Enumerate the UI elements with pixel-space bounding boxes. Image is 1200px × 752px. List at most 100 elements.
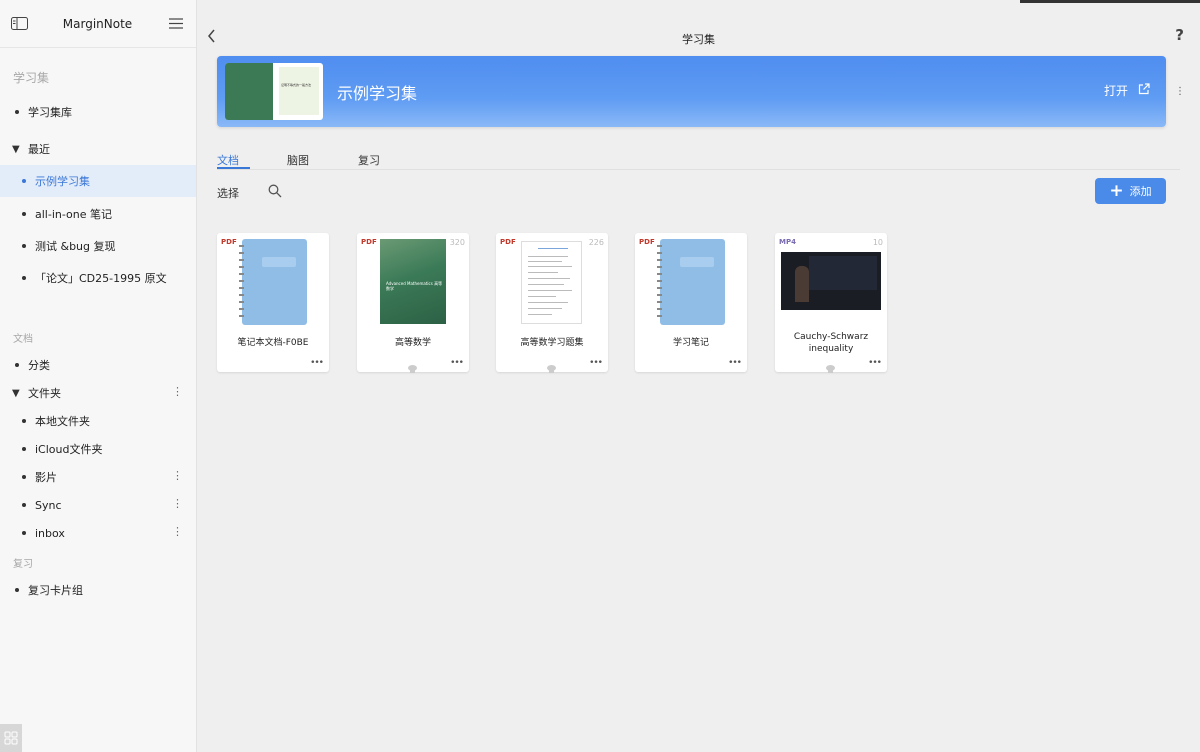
- page-count: 320: [449, 238, 465, 247]
- file-type-badge: PDF: [361, 238, 377, 246]
- sidebar-item-label: 复习卡片组: [28, 584, 83, 597]
- sidebar-item-recent[interactable]: ▼ 最近: [0, 133, 196, 165]
- page-title: 学习集: [682, 33, 715, 46]
- sidebar-item-label: 最近: [28, 143, 50, 156]
- section-study: 学习集: [13, 71, 50, 85]
- sidebar-item-paper[interactable]: 「论文」CD25-1995 原文: [0, 262, 196, 294]
- sidebar-item-sample-set[interactable]: 示例学习集: [0, 165, 196, 197]
- help-icon[interactable]: ?: [1175, 26, 1184, 44]
- more-vertical-icon[interactable]: ⋮: [172, 470, 183, 481]
- document-name: 笔记本文档-F0BE: [237, 338, 309, 348]
- bullet: [22, 447, 26, 451]
- notebook-label: [680, 257, 714, 267]
- app-title: MarginNote: [62, 16, 133, 31]
- sidebar-item-label: 学习集库: [28, 106, 72, 119]
- cloud-icon: [546, 359, 557, 373]
- notebook-rings: [657, 245, 662, 321]
- more-horizontal-icon[interactable]: •••: [450, 358, 464, 368]
- active-tab-indicator: [217, 167, 250, 169]
- sidebar-item-label: 分类: [28, 359, 50, 372]
- bullet: [22, 244, 26, 248]
- tab-bar: 文档 脑图 复习: [217, 150, 1180, 170]
- more-vertical-icon[interactable]: ⋮: [1175, 86, 1185, 97]
- thumb-text: 证明不等式的一般方法: [281, 83, 312, 87]
- page-count: 226: [588, 238, 604, 247]
- more-vertical-icon[interactable]: ⋮: [172, 526, 183, 537]
- tab-documents[interactable]: 文档: [217, 152, 239, 168]
- cover-text: Advanced Mathematics 高等数学: [386, 281, 443, 291]
- video-slide: [809, 256, 877, 290]
- banner-thumbnail: 证明不等式的一般方法: [225, 63, 323, 120]
- more-horizontal-icon[interactable]: •••: [310, 358, 324, 368]
- document-card[interactable]: MP4 10 Cauchy-Schwarz inequality •••: [775, 233, 887, 373]
- top-bar: 学习集 ?: [197, 0, 1200, 48]
- file-type-badge: MP4: [779, 238, 796, 246]
- tab-mindmap[interactable]: 脑图: [287, 152, 309, 168]
- open-label: 打开: [1103, 84, 1128, 98]
- video-speaker: [795, 266, 809, 302]
- document-card[interactable]: PDF 学习笔记 •••: [635, 233, 747, 372]
- triangle-down-icon[interactable]: ▼: [12, 388, 22, 399]
- sidebar-item-label: 示例学习集: [35, 175, 90, 188]
- cloud-icon: [407, 359, 418, 373]
- more-horizontal-icon[interactable]: •••: [728, 358, 742, 368]
- notebook-label: [262, 257, 296, 267]
- bullet: [22, 475, 26, 479]
- document-card[interactable]: PDF 320 Advanced Mathematics 高等数学 高等数学 •…: [357, 233, 469, 373]
- document-card[interactable]: PDF 226 高等数学习题集 •••: [496, 233, 608, 373]
- sidebar-toggle-icon[interactable]: [10, 16, 28, 32]
- sidebar-item-inbox[interactable]: inbox ⋮: [0, 517, 196, 549]
- document-card[interactable]: PDF 笔记本文档-F0BE •••: [217, 233, 329, 372]
- open-button[interactable]: 打开: [1104, 82, 1150, 99]
- section-docs: 文档: [13, 334, 33, 345]
- sidebar-item-label: iCloud文件夹: [35, 443, 103, 456]
- sidebar-item-library[interactable]: 学习集库: [0, 96, 196, 128]
- more-vertical-icon[interactable]: ⋮: [172, 386, 183, 397]
- more-vertical-icon[interactable]: ⋮: [172, 498, 183, 509]
- sidebar-item-all-in-one[interactable]: all-in-one 笔记: [0, 198, 196, 230]
- sidebar-item-label: all-in-one 笔记: [35, 208, 112, 221]
- more-horizontal-icon[interactable]: •••: [868, 358, 882, 368]
- cloud-icon: [825, 359, 836, 373]
- bullet: [15, 363, 19, 367]
- study-set-banner[interactable]: 证明不等式的一般方法 示例学习集 打开: [217, 56, 1166, 127]
- external-link-icon: [1138, 83, 1150, 98]
- sidebar-header: MarginNote: [0, 0, 196, 48]
- bullet: [15, 110, 19, 114]
- banner-title: 示例学习集: [337, 84, 418, 103]
- bullet: [22, 212, 26, 216]
- file-type-badge: PDF: [639, 238, 655, 246]
- add-button[interactable]: + 添加: [1095, 178, 1166, 204]
- sidebar-item-label: Sync: [35, 498, 62, 512]
- sidebar-item-test-bug[interactable]: 测试 &bug 复现: [0, 230, 196, 262]
- sidebar-item-label: 文件夹: [28, 387, 61, 400]
- document-name: 高等数学: [394, 338, 431, 348]
- document-name: Cauchy-Schwarz inequality: [793, 332, 869, 354]
- select-button[interactable]: 选择: [217, 185, 239, 201]
- sidebar-item-label: 测试 &bug 复现: [35, 240, 116, 253]
- sidebar-item-review-cards[interactable]: 复习卡片组: [0, 574, 196, 606]
- menu-icon[interactable]: [167, 16, 185, 32]
- tab-review[interactable]: 复习: [358, 152, 380, 168]
- window-edge: [1020, 0, 1200, 3]
- file-type-badge: PDF: [221, 238, 237, 246]
- document-name: 高等数学习题集: [520, 338, 584, 348]
- book-cover-thumbnail: Advanced Mathematics 高等数学: [380, 239, 446, 324]
- more-horizontal-icon[interactable]: •••: [589, 358, 603, 368]
- bullet: [22, 531, 26, 535]
- thumb-mindmap: 证明不等式的一般方法: [279, 67, 319, 115]
- add-label: 添加: [1129, 185, 1152, 198]
- search-icon[interactable]: [268, 183, 282, 202]
- sidebar-item-label: inbox: [35, 526, 65, 540]
- video-thumbnail: [781, 252, 881, 310]
- sidebar-item-label: 影片: [35, 471, 57, 484]
- bullet: [22, 179, 26, 183]
- sidebar: MarginNote 学习集 学习集库 ▼ 最近 示例学习集 all-in-on…: [0, 0, 197, 752]
- grid-view-icon[interactable]: [0, 724, 22, 752]
- bullet: [22, 276, 26, 280]
- notebook-thumbnail: [239, 239, 307, 325]
- thumb-cover: [225, 63, 273, 120]
- file-type-badge: PDF: [500, 238, 516, 246]
- triangle-down-icon[interactable]: ▼: [12, 144, 22, 155]
- main-panel: 学习集 ? 证明不等式的一般方法 示例学习集 打开 ⋮ 文档 脑图 复习 选择 …: [197, 0, 1200, 752]
